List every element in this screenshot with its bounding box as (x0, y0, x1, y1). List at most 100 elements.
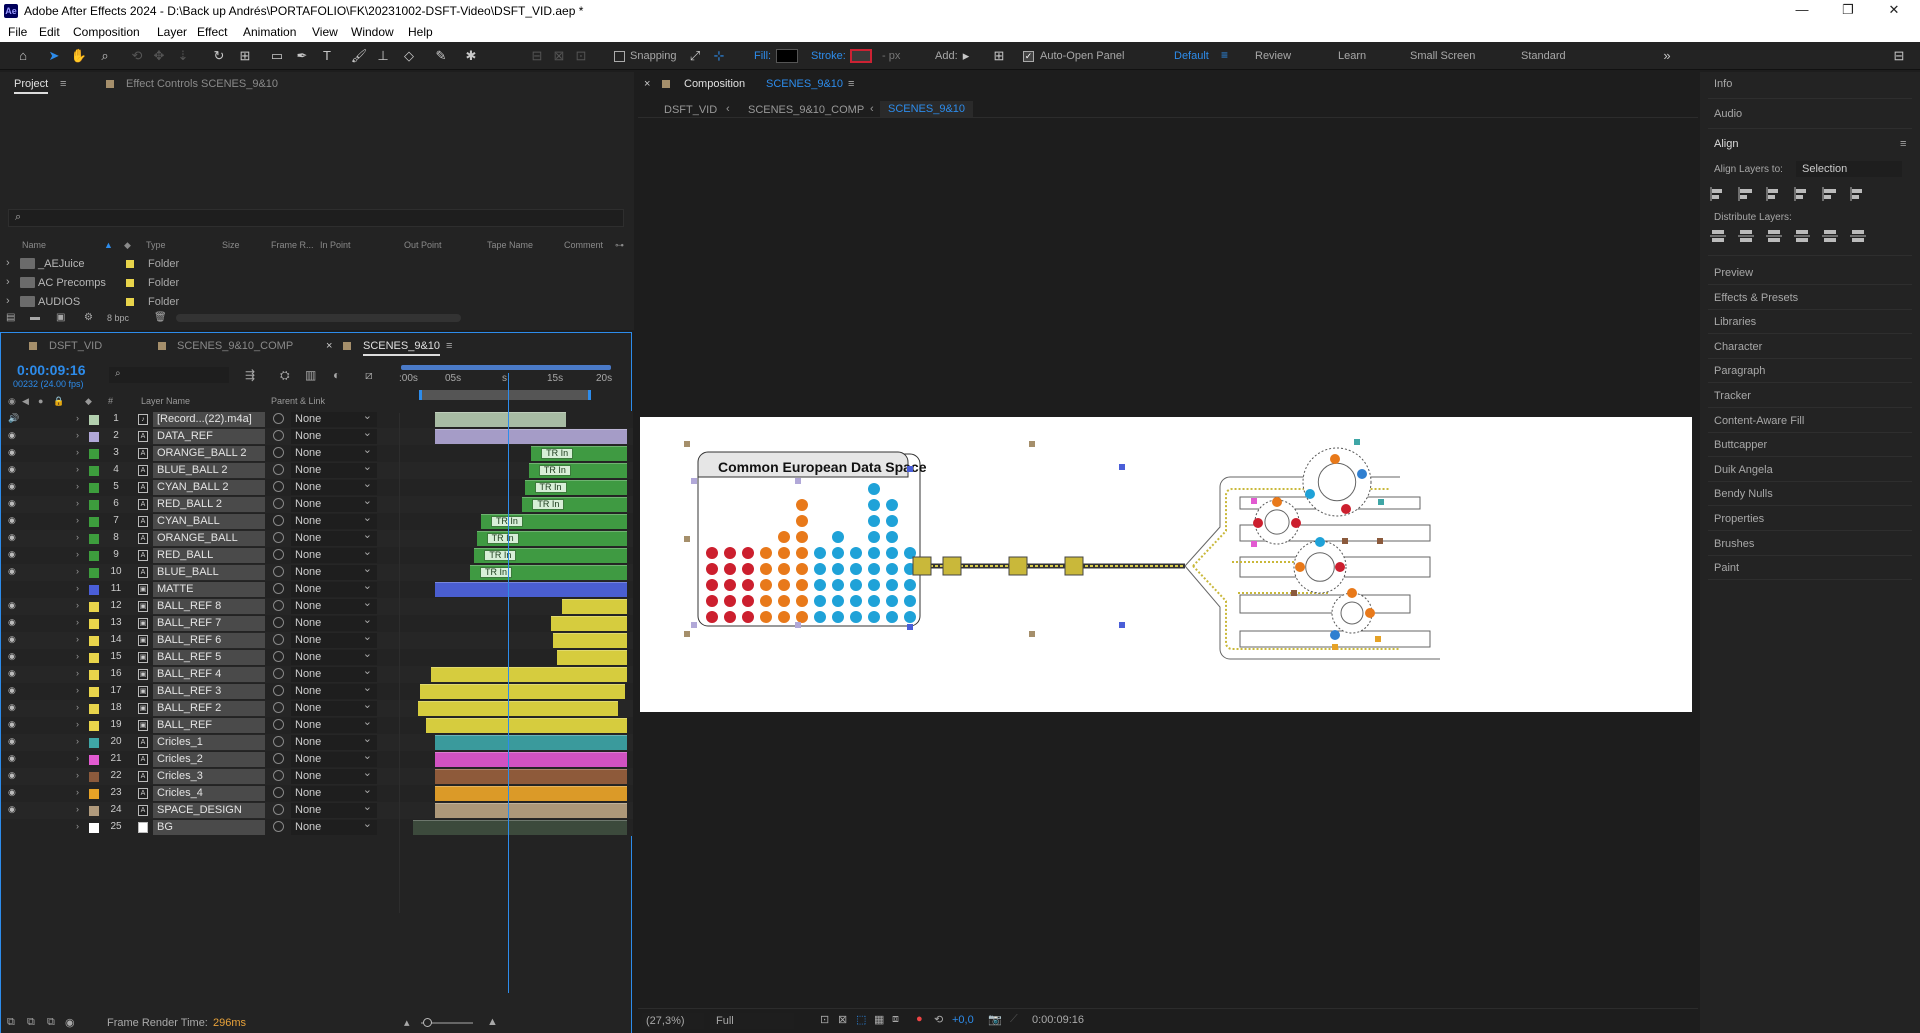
tab-project[interactable]: Project (14, 78, 49, 94)
eye-toggle-icon[interactable]: ◉ (8, 634, 16, 645)
marker-tag[interactable]: TR In (532, 499, 565, 510)
col-parent-link[interactable]: Parent & Link (271, 396, 325, 406)
layer-duration-bar[interactable] (419, 684, 625, 699)
label-color[interactable] (89, 653, 99, 663)
eye-toggle-icon[interactable]: ◉ (8, 719, 16, 730)
layer-row[interactable]: ◉›10ABLUE_BALLNoneTR In (1, 562, 633, 581)
parent-select[interactable]: None (291, 647, 377, 665)
layer-row[interactable]: ◉ › 14 ▣ BALL_REF 6 None (1, 630, 633, 649)
clone-stamp-icon[interactable]: ⊥ (374, 47, 392, 65)
comp-flowchart-icon[interactable]: ⇶ (245, 368, 255, 382)
pick-whip-icon[interactable] (273, 566, 284, 577)
layer-name[interactable]: BLUE_BALL 2 (153, 463, 265, 478)
tab-effect-controls[interactable]: Effect Controls SCENES_9&10 (126, 78, 278, 90)
workspace-learn[interactable]: Learn (1338, 50, 1366, 62)
zoom-in-icon[interactable]: ▲ (487, 1016, 498, 1028)
twirl-icon[interactable]: › (76, 413, 79, 423)
marker-tag[interactable]: TR In (538, 465, 571, 476)
dist-left-icon[interactable] (1794, 228, 1810, 244)
menu-effect[interactable]: Effect (197, 25, 227, 39)
close-tab-icon[interactable]: × (326, 340, 332, 352)
pick-whip-icon[interactable] (273, 498, 284, 509)
menu-layer[interactable]: Layer (157, 25, 187, 39)
twirl-icon[interactable]: › (76, 464, 79, 474)
snapshot-icon[interactable]: 📷 (988, 1013, 1002, 1026)
sort-arrow-icon[interactable]: ▲ (104, 240, 113, 250)
layer-name[interactable]: BALL_REF 8 (153, 599, 265, 614)
panel-align[interactable]: Align (1714, 138, 1738, 150)
zoom-out-icon[interactable]: ▴ (404, 1016, 410, 1029)
layer-name[interactable]: Cricles_4 (153, 786, 265, 801)
layer-duration-bar[interactable] (435, 735, 627, 750)
pick-whip-icon[interactable] (273, 549, 284, 560)
magnification-select[interactable]: (27,3%) (642, 1013, 704, 1029)
zoom-tool-icon[interactable]: ⌕ (96, 47, 114, 65)
layer-duration-bar[interactable] (435, 769, 627, 784)
pick-whip-icon[interactable] (273, 702, 284, 713)
pick-whip-icon[interactable] (273, 804, 284, 815)
twirl-icon[interactable]: › (76, 481, 79, 491)
world-axis-icon[interactable]: ⊠ (550, 47, 568, 65)
twirl-icon[interactable]: › (76, 668, 79, 678)
type-tool-icon[interactable]: T (318, 47, 336, 65)
expand-icon[interactable]: › (6, 257, 10, 269)
eye-toggle-icon[interactable]: ◉ (8, 481, 16, 492)
twirl-icon[interactable]: › (76, 447, 79, 457)
panel-info[interactable]: Info (1714, 78, 1732, 90)
align-menu-icon[interactable]: ≡ (1900, 138, 1906, 150)
eye-toggle-icon[interactable]: ◉ (8, 787, 16, 798)
audio-toggle-icon[interactable]: 🔊 (8, 413, 19, 424)
layer-row[interactable]: ◉ › 21 A Cricles_2 None (1, 749, 633, 768)
col-name[interactable]: Name (22, 240, 46, 250)
pick-whip-icon[interactable] (273, 617, 284, 628)
layer-name[interactable]: Cricles_3 (153, 769, 265, 784)
label-color[interactable] (89, 704, 99, 714)
show-snapshot-icon[interactable]: ⟋ (1010, 1013, 1018, 1026)
layer-name[interactable]: BALL_REF 2 (153, 701, 265, 716)
axis-mode-icon[interactable]: ⊟ (528, 47, 546, 65)
motion-blur-icon[interactable]: ◐ (333, 368, 340, 382)
layer-row[interactable]: ◉ › 12 ▣ BALL_REF 8 None (1, 596, 633, 615)
dolly-tool-icon[interactable]: ⇣ (174, 47, 192, 65)
pick-whip-icon[interactable] (273, 600, 284, 611)
align-left-icon[interactable] (1710, 186, 1726, 202)
comp-menu-icon[interactable]: ≡ (848, 78, 854, 90)
label-color[interactable] (89, 823, 99, 833)
twirl-icon[interactable]: › (76, 617, 79, 627)
label-color[interactable] (89, 449, 99, 459)
layer-row[interactable]: ◉ › 17 ▣ BALL_REF 3 None (1, 681, 633, 700)
interpret-footage-icon[interactable]: ▤ (6, 312, 15, 323)
dist-right-icon[interactable] (1850, 228, 1866, 244)
twirl-icon[interactable]: › (76, 651, 79, 661)
panel-properties[interactable]: Properties (1714, 513, 1764, 525)
stroke-width[interactable]: - px (882, 50, 900, 62)
label-color[interactable] (89, 500, 99, 510)
breadcrumb-item[interactable]: DSFT_VID (664, 104, 717, 116)
twirl-icon[interactable]: › (76, 634, 79, 644)
project-flowchart-icon[interactable]: ⊶ (615, 240, 624, 251)
panel-tracker[interactable]: Tracker (1714, 390, 1751, 402)
layer-name[interactable]: BALL_REF (153, 718, 265, 733)
project-item[interactable]: › _AEJuice Folder (0, 255, 620, 274)
layer-duration-bar[interactable] (417, 701, 619, 716)
pick-whip-icon[interactable] (273, 651, 284, 662)
close-comp-tab-icon[interactable]: × (644, 78, 650, 90)
parent-select[interactable]: None (291, 477, 377, 495)
layer-row[interactable]: ◉ › 18 ▣ BALL_REF 2 None (1, 698, 633, 717)
eye-toggle-icon[interactable]: ◉ (8, 668, 16, 679)
pick-whip-icon[interactable] (273, 515, 284, 526)
twirl-icon[interactable]: › (76, 430, 79, 440)
rectangle-tool-icon[interactable]: ▭ (268, 47, 286, 65)
panel-paragraph[interactable]: Paragraph (1714, 365, 1765, 377)
project-search-input[interactable]: ⌕ (8, 209, 624, 227)
label-color[interactable] (89, 466, 99, 476)
menu-window[interactable]: Window (351, 25, 394, 39)
grid-guides-icon[interactable]: ▦ (874, 1013, 884, 1026)
menu-animation[interactable]: Animation (243, 25, 296, 39)
align-top-icon[interactable] (1794, 186, 1810, 202)
current-timecode[interactable]: 0:00:09:16 (17, 362, 86, 378)
col-frame-rate[interactable]: Frame R... (271, 240, 314, 250)
layer-name[interactable]: [Record...(22).m4a] (153, 412, 265, 427)
label-color[interactable] (89, 687, 99, 697)
new-comp-icon[interactable]: ▣ (56, 312, 65, 323)
